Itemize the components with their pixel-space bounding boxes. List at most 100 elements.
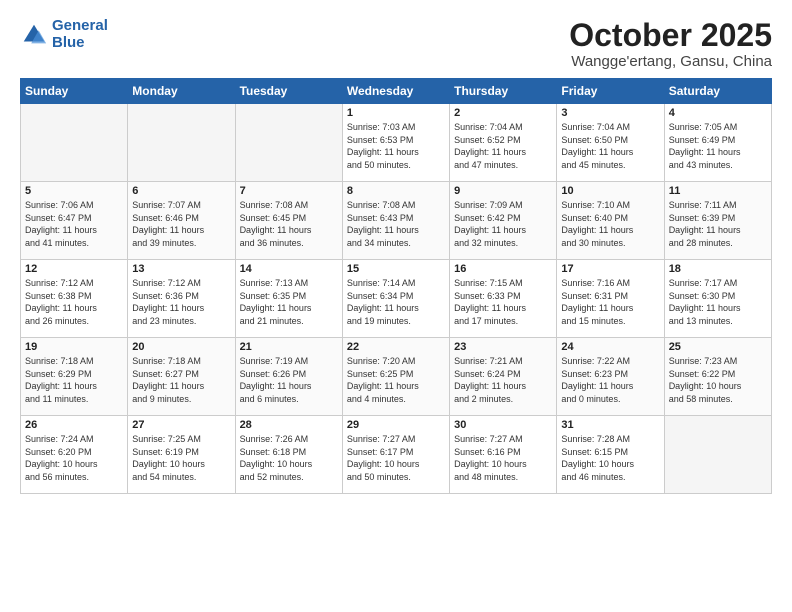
day-info: Sunrise: 7:04 AM Sunset: 6:52 PM Dayligh… (454, 121, 552, 171)
calendar-header-row: SundayMondayTuesdayWednesdayThursdayFrid… (21, 79, 772, 104)
day-info: Sunrise: 7:08 AM Sunset: 6:45 PM Dayligh… (240, 199, 338, 249)
day-info: Sunrise: 7:07 AM Sunset: 6:46 PM Dayligh… (132, 199, 230, 249)
calendar-header-sunday: Sunday (21, 79, 128, 104)
day-number: 23 (454, 341, 552, 353)
calendar-cell: 27 Sunrise: 7:25 AM Sunset: 6:19 PM Dayli… (128, 416, 235, 494)
day-info: Sunrise: 7:06 AM Sunset: 6:47 PM Dayligh… (25, 199, 123, 249)
calendar-cell (235, 104, 342, 182)
calendar-cell: 5 Sunrise: 7:06 AM Sunset: 6:47 PM Daylig… (21, 182, 128, 260)
calendar-header-saturday: Saturday (664, 79, 771, 104)
day-number: 14 (240, 263, 338, 275)
day-info: Sunrise: 7:19 AM Sunset: 6:26 PM Dayligh… (240, 355, 338, 405)
calendar-header-thursday: Thursday (450, 79, 557, 104)
day-info: Sunrise: 7:12 AM Sunset: 6:38 PM Dayligh… (25, 277, 123, 327)
calendar-cell (664, 416, 771, 494)
calendar-cell (21, 104, 128, 182)
calendar-header-tuesday: Tuesday (235, 79, 342, 104)
day-number: 4 (669, 107, 767, 119)
calendar-cell: 26Sunrise: 7:24 AM Sunset: 6:20 PM Dayli… (21, 416, 128, 494)
day-number: 18 (669, 263, 767, 275)
day-number: 21 (240, 341, 338, 353)
day-number: 9 (454, 185, 552, 197)
day-number: 13 (132, 263, 230, 275)
day-info: Sunrise: 7:17 AM Sunset: 6:30 PM Dayligh… (669, 277, 767, 327)
day-info: Sunrise: 7:20 AM Sunset: 6:25 PM Dayligh… (347, 355, 445, 405)
calendar-table: SundayMondayTuesdayWednesdayThursdayFrid… (20, 78, 772, 494)
day-number: 2 (454, 107, 552, 119)
calendar-cell: 29 Sunrise: 7:27 AM Sunset: 6:17 PM Dayli… (342, 416, 449, 494)
day-number: 12 (25, 263, 123, 275)
calendar-cell: 10 Sunrise: 7:10 AM Sunset: 6:40 PM Dayli… (557, 182, 664, 260)
calendar-cell: 17 Sunrise: 7:16 AM Sunset: 6:31 PM Dayli… (557, 260, 664, 338)
day-number: 26 (25, 419, 123, 431)
day-info: Sunrise: 7:11 AM Sunset: 6:39 PM Dayligh… (669, 199, 767, 249)
day-number: 24 (561, 341, 659, 353)
day-info: Sunrise: 7:04 AM Sunset: 6:50 PM Dayligh… (561, 121, 659, 171)
logo-icon (20, 21, 48, 49)
day-number: 17 (561, 263, 659, 275)
calendar-cell (128, 104, 235, 182)
day-info: Sunrise: 7:05 AM Sunset: 6:49 PM Dayligh… (669, 121, 767, 171)
calendar-week-1: 1 Sunrise: 7:03 AM Sunset: 6:53 PM Daylig… (21, 104, 772, 182)
day-number: 31 (561, 419, 659, 431)
location: Wangge'ertang, Gansu, China (569, 53, 772, 70)
day-number: 20 (132, 341, 230, 353)
logo-text: General Blue (52, 18, 108, 51)
calendar-header-friday: Friday (557, 79, 664, 104)
calendar-cell: 8Sunrise: 7:08 AM Sunset: 6:43 PM Daylig… (342, 182, 449, 260)
day-info: Sunrise: 7:10 AM Sunset: 6:40 PM Dayligh… (561, 199, 659, 249)
calendar-cell: 30Sunrise: 7:27 AM Sunset: 6:16 PM Dayli… (450, 416, 557, 494)
calendar-cell: 6 Sunrise: 7:07 AM Sunset: 6:46 PM Daylig… (128, 182, 235, 260)
day-info: Sunrise: 7:22 AM Sunset: 6:23 PM Dayligh… (561, 355, 659, 405)
day-number: 11 (669, 185, 767, 197)
calendar-week-4: 19Sunrise: 7:18 AM Sunset: 6:29 PM Dayli… (21, 338, 772, 416)
day-number: 5 (25, 185, 123, 197)
day-number: 29 (347, 419, 445, 431)
calendar-header-monday: Monday (128, 79, 235, 104)
day-info: Sunrise: 7:26 AM Sunset: 6:18 PM Dayligh… (240, 433, 338, 483)
day-number: 16 (454, 263, 552, 275)
day-number: 7 (240, 185, 338, 197)
calendar-cell: 16 Sunrise: 7:15 AM Sunset: 6:33 PM Dayli… (450, 260, 557, 338)
title-block: October 2025 Wangge'ertang, Gansu, China (569, 18, 772, 70)
month-title: October 2025 (569, 18, 772, 53)
calendar-cell: 15Sunrise: 7:14 AM Sunset: 6:34 PM Dayli… (342, 260, 449, 338)
calendar-cell: 11 Sunrise: 7:11 AM Sunset: 6:39 PM Dayli… (664, 182, 771, 260)
day-number: 28 (240, 419, 338, 431)
day-info: Sunrise: 7:16 AM Sunset: 6:31 PM Dayligh… (561, 277, 659, 327)
day-info: Sunrise: 7:27 AM Sunset: 6:17 PM Dayligh… (347, 433, 445, 483)
day-number: 1 (347, 107, 445, 119)
calendar-cell: 19Sunrise: 7:18 AM Sunset: 6:29 PM Dayli… (21, 338, 128, 416)
calendar-cell: 25Sunrise: 7:23 AM Sunset: 6:22 PM Dayli… (664, 338, 771, 416)
day-number: 22 (347, 341, 445, 353)
calendar-cell: 9Sunrise: 7:09 AM Sunset: 6:42 PM Daylig… (450, 182, 557, 260)
header: General Blue October 2025 Wangge'ertang,… (20, 18, 772, 70)
calendar-header-wednesday: Wednesday (342, 79, 449, 104)
day-info: Sunrise: 7:21 AM Sunset: 6:24 PM Dayligh… (454, 355, 552, 405)
day-number: 6 (132, 185, 230, 197)
calendar-cell: 21 Sunrise: 7:19 AM Sunset: 6:26 PM Dayli… (235, 338, 342, 416)
day-number: 15 (347, 263, 445, 275)
day-info: Sunrise: 7:18 AM Sunset: 6:27 PM Dayligh… (132, 355, 230, 405)
calendar-cell: 12 Sunrise: 7:12 AM Sunset: 6:38 PM Dayli… (21, 260, 128, 338)
day-number: 8 (347, 185, 445, 197)
day-info: Sunrise: 7:15 AM Sunset: 6:33 PM Dayligh… (454, 277, 552, 327)
calendar-cell: 13 Sunrise: 7:12 AM Sunset: 6:36 PM Dayli… (128, 260, 235, 338)
calendar-cell: 28 Sunrise: 7:26 AM Sunset: 6:18 PM Dayli… (235, 416, 342, 494)
calendar-cell: 7 Sunrise: 7:08 AM Sunset: 6:45 PM Daylig… (235, 182, 342, 260)
calendar-cell: 4 Sunrise: 7:05 AM Sunset: 6:49 PM Daylig… (664, 104, 771, 182)
day-number: 10 (561, 185, 659, 197)
calendar-cell: 14Sunrise: 7:13 AM Sunset: 6:35 PM Dayli… (235, 260, 342, 338)
calendar-cell: 22 Sunrise: 7:20 AM Sunset: 6:25 PM Dayli… (342, 338, 449, 416)
day-number: 3 (561, 107, 659, 119)
day-number: 27 (132, 419, 230, 431)
calendar-cell: 18 Sunrise: 7:17 AM Sunset: 6:30 PM Dayli… (664, 260, 771, 338)
calendar-cell: 31Sunrise: 7:28 AM Sunset: 6:15 PM Dayli… (557, 416, 664, 494)
day-info: Sunrise: 7:12 AM Sunset: 6:36 PM Dayligh… (132, 277, 230, 327)
logo: General Blue (20, 18, 108, 51)
calendar-cell: 20 Sunrise: 7:18 AM Sunset: 6:27 PM Dayli… (128, 338, 235, 416)
calendar-week-5: 26Sunrise: 7:24 AM Sunset: 6:20 PM Dayli… (21, 416, 772, 494)
day-info: Sunrise: 7:25 AM Sunset: 6:19 PM Dayligh… (132, 433, 230, 483)
day-info: Sunrise: 7:23 AM Sunset: 6:22 PM Dayligh… (669, 355, 767, 405)
day-info: Sunrise: 7:03 AM Sunset: 6:53 PM Dayligh… (347, 121, 445, 171)
